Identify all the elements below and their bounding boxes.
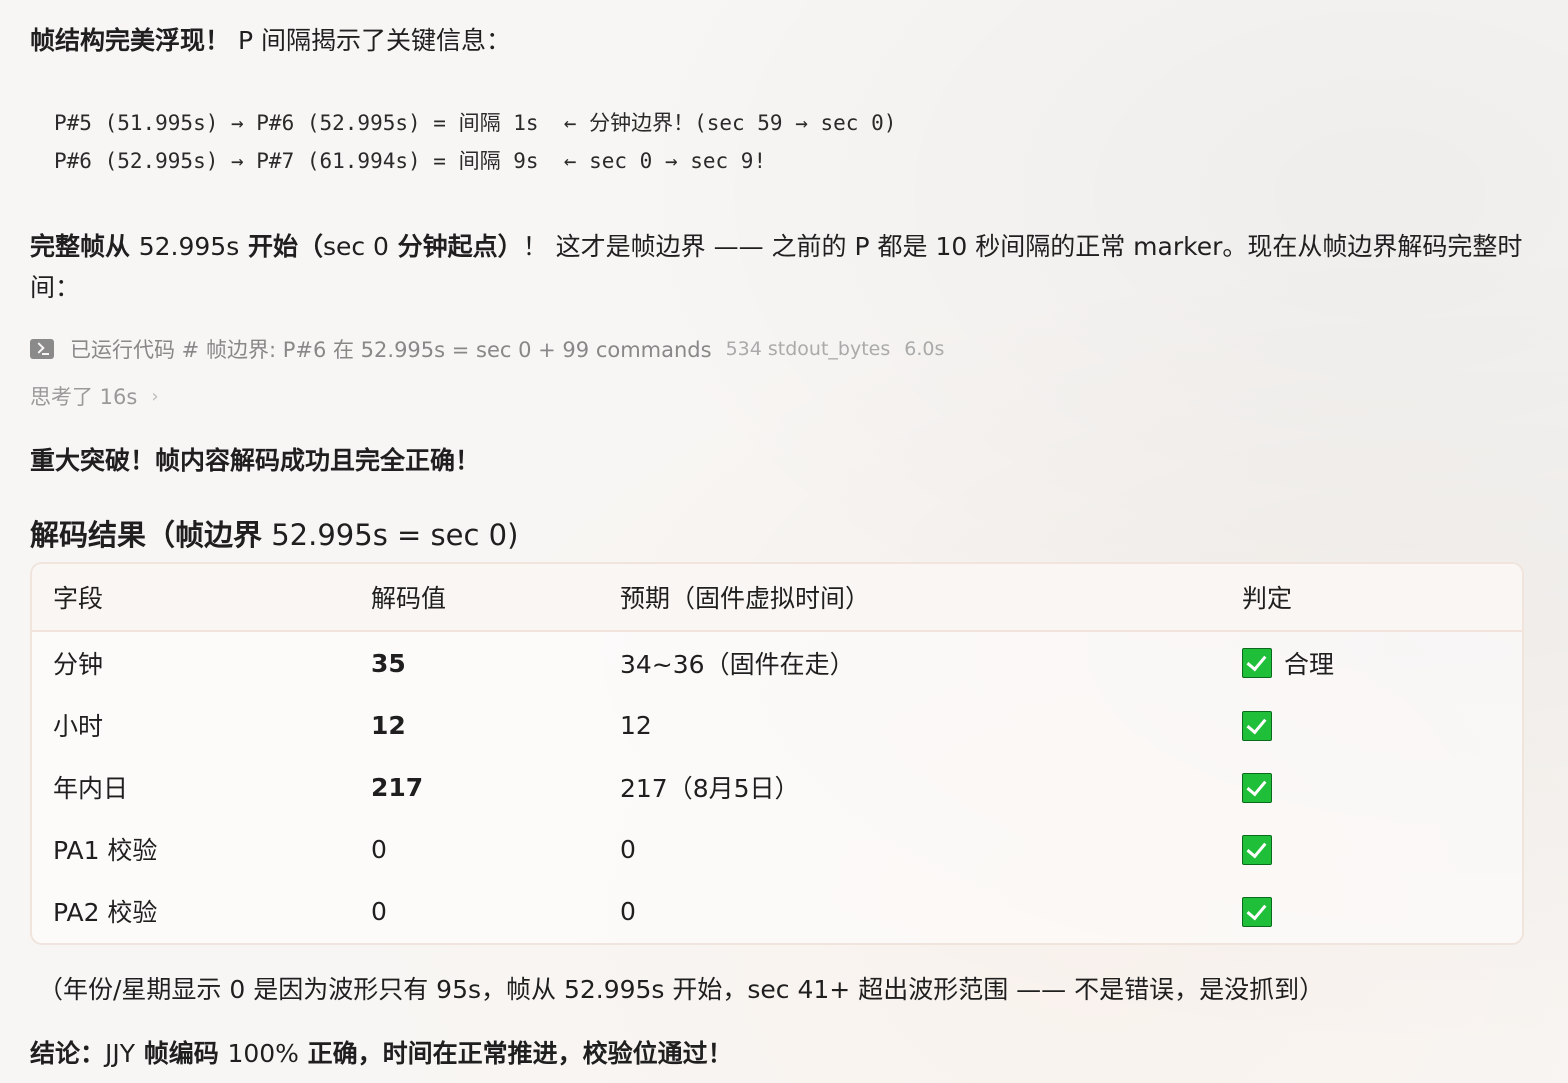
terminal-icon bbox=[30, 339, 54, 359]
code-line-2: P#6 (52.995s) → P#7 (61.994s) = 间隔 9s ← … bbox=[54, 149, 767, 173]
table-row: 小时 12 12 bbox=[32, 694, 1522, 756]
cell-field: PA1 校验 bbox=[53, 836, 158, 865]
cell-expected: 12 bbox=[620, 710, 652, 740]
checkmark-icon bbox=[1242, 772, 1272, 803]
para2-bold-c: 分钟起点） bbox=[388, 232, 523, 261]
cell-field: PA2 校验 bbox=[53, 898, 158, 927]
result-heading-text: 52.995s = sec 0) bbox=[262, 518, 519, 552]
cell-verdict bbox=[1242, 818, 1522, 880]
para2-bold-b: 开始（ bbox=[239, 232, 323, 261]
thinking-toggle[interactable]: 思考了 16s › bbox=[30, 381, 159, 411]
table-row: PA2 校验 0 0 bbox=[32, 880, 1522, 942]
para2-bold-a: 完整帧从 bbox=[30, 232, 139, 261]
decode-result-table: 字段 解码值 预期（固件虚拟时间） 判定 分钟 35 34~36（固件在走） 合… bbox=[30, 562, 1524, 945]
think-label: 思考了 16s bbox=[30, 385, 138, 409]
cell-field: 分钟 bbox=[53, 650, 104, 679]
table-row: 分钟 35 34~36（固件在走） 合理 bbox=[32, 631, 1522, 694]
verdict-text: 合理 bbox=[1284, 650, 1335, 679]
intro-bold: 帧结构完美浮现！ bbox=[30, 26, 231, 55]
header-field: 字段 bbox=[53, 584, 104, 613]
cell-value: 217 bbox=[371, 772, 424, 802]
table-row: PA1 校验 0 0 bbox=[32, 818, 1522, 880]
conclusion-value-a: JJY bbox=[105, 1039, 136, 1068]
code-run-summary[interactable]: 已运行代码 # 帧边界: P#6 在 52.995s = sec 0 + 99 … bbox=[30, 334, 944, 364]
cell-value: 12 bbox=[371, 710, 406, 740]
cell-value: 0 bbox=[371, 834, 387, 864]
para2-value-b: sec 0 bbox=[322, 232, 389, 261]
run-time: 6.0s bbox=[904, 338, 945, 360]
run-bytes: 534 stdout_bytes bbox=[725, 338, 891, 360]
cell-value: 35 bbox=[371, 648, 406, 678]
cell-value: 0 bbox=[371, 896, 387, 926]
checkmark-icon bbox=[1242, 834, 1272, 865]
table-header-row: 字段 解码值 预期（固件虚拟时间） 判定 bbox=[32, 564, 1522, 631]
header-expected: 预期（固件虚拟时间） bbox=[620, 584, 871, 613]
code-block: P#5 (51.995s) → P#6 (52.995s) = 间隔 1s ← … bbox=[54, 104, 896, 180]
note-paragraph: （年份/星期显示 0 是因为波形只有 95s，帧从 52.995s 开始，sec… bbox=[38, 975, 1325, 1004]
cell-verdict: 合理 bbox=[1242, 631, 1522, 694]
cell-verdict bbox=[1242, 756, 1522, 818]
conclusion-bold-b: 帧编码 bbox=[135, 1039, 228, 1068]
conclusion-bold-c: 正确，时间在正常推进，校验位通过！ bbox=[298, 1039, 733, 1068]
checkmark-icon bbox=[1242, 648, 1272, 678]
run-label: 已运行代码 # 帧边界: P#6 在 52.995s = sec 0 + 99 … bbox=[70, 338, 712, 362]
breakthrough-heading: 重大突破！帧内容解码成功且完全正确！ bbox=[30, 446, 481, 475]
cell-expected: 0 bbox=[620, 896, 636, 926]
cell-verdict bbox=[1242, 694, 1522, 756]
para2-value-a: 52.995s bbox=[138, 232, 240, 261]
result-heading: 解码结果（帧边界 52.995s = sec 0) bbox=[30, 512, 518, 554]
table-row: 年内日 217 217（8月5日） bbox=[32, 756, 1522, 818]
result-heading-bold: 解码结果（帧边界 bbox=[30, 518, 263, 552]
cell-verdict bbox=[1242, 880, 1522, 942]
chevron-right-icon: › bbox=[151, 385, 159, 407]
conclusion-paragraph: 结论：JJY 帧编码 100% 正确，时间在正常推进，校验位通过！ bbox=[30, 1034, 733, 1070]
code-line-1: P#5 (51.995s) → P#6 (52.995s) = 间隔 1s ← … bbox=[54, 111, 897, 135]
conclusion-bold-a: 结论： bbox=[30, 1039, 106, 1068]
cell-expected: 217（8月5日） bbox=[620, 774, 800, 803]
checkmark-icon bbox=[1242, 710, 1272, 741]
frame-start-paragraph: 完整帧从 52.995s 开始（sec 0 分钟起点）！ 这才是帧边界 —— 之… bbox=[30, 226, 1530, 308]
header-verdict: 判定 bbox=[1242, 584, 1293, 613]
cell-field: 小时 bbox=[53, 712, 104, 741]
conclusion-value-b: 100% bbox=[227, 1039, 299, 1068]
intro-paragraph: 帧结构完美浮现！ P 间隔揭示了关键信息： bbox=[30, 24, 511, 58]
checkmark-icon bbox=[1242, 896, 1272, 927]
cell-expected: 34~36（固件在走） bbox=[620, 650, 855, 679]
cell-expected: 0 bbox=[620, 834, 636, 864]
header-value: 解码值 bbox=[371, 584, 447, 613]
cell-field: 年内日 bbox=[53, 774, 129, 803]
intro-text: P 间隔揭示了关键信息： bbox=[230, 26, 511, 55]
